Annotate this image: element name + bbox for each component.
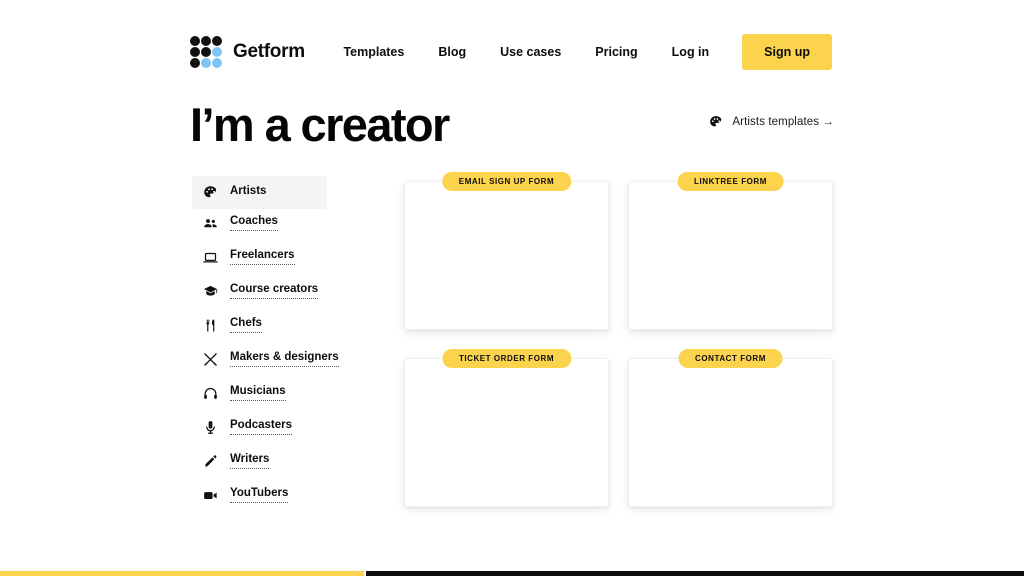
- logo-dot: [190, 36, 200, 46]
- video-camera-icon: [202, 487, 219, 504]
- logo-dot: [201, 36, 211, 46]
- template-card-ticket-order-form[interactable]: TICKET ORDER FORM: [404, 349, 609, 507]
- brand-logo[interactable]: Getform: [190, 36, 305, 68]
- logo-dot: [190, 58, 200, 68]
- sidebar-item-freelancers[interactable]: Freelancers: [192, 244, 327, 270]
- progress-fill: [0, 571, 364, 576]
- artists-templates-link[interactable]: Artists templates →: [709, 115, 834, 129]
- artists-templates-label: Artists templates →: [732, 116, 834, 128]
- sidebar-item-musicians[interactable]: Musicians: [192, 380, 327, 406]
- palette-icon: [709, 115, 723, 129]
- sidebar-item-label: YouTubers: [230, 487, 289, 503]
- card-badge[interactable]: LINKTREE FORM: [677, 172, 784, 191]
- logo-dot-accent: [212, 47, 222, 57]
- category-sidebar: Artists Coaches Freelancers Course creat…: [192, 176, 339, 516]
- sidebar-item-podcasters[interactable]: Podcasters: [192, 414, 327, 440]
- card-badge[interactable]: CONTACT FORM: [678, 349, 783, 368]
- sidebar-item-label: Musicians: [230, 385, 286, 401]
- template-card-linktree-form[interactable]: LINKTREE FORM: [628, 172, 833, 330]
- logo-dot: [201, 47, 211, 57]
- tools-icon: [202, 351, 219, 368]
- logo-dot: [190, 47, 200, 57]
- sidebar-item-label: Makers & designers: [230, 351, 339, 367]
- card-row: TICKET ORDER FORM CONTACT FORM: [404, 349, 834, 507]
- logo-dot: [212, 36, 222, 46]
- sidebar-item-label: Coaches: [230, 215, 278, 231]
- sign-up-button[interactable]: Sign up: [742, 34, 832, 70]
- nav-link-pricing[interactable]: Pricing: [578, 34, 654, 70]
- nav-link-log-in[interactable]: Log in: [655, 34, 727, 70]
- bottom-progress-bar: [0, 571, 1024, 576]
- card-badge[interactable]: EMAIL SIGN UP FORM: [441, 172, 572, 191]
- pencil-icon: [202, 453, 219, 470]
- template-cards-grid: EMAIL SIGN UP FORM LINKTREE FORM TICKET …: [404, 172, 834, 526]
- sidebar-item-writers[interactable]: Writers: [192, 448, 327, 474]
- headphones-icon: [202, 385, 219, 402]
- graduation-cap-icon: [202, 283, 219, 300]
- card-badge[interactable]: TICKET ORDER FORM: [441, 349, 572, 368]
- card-preview[interactable]: [628, 181, 833, 330]
- sidebar-item-makers-designers[interactable]: Makers & designers: [192, 346, 339, 372]
- sidebar-item-label: Artists: [230, 185, 267, 197]
- sidebar-item-label: Podcasters: [230, 419, 293, 435]
- sidebar-item-label: Course creators: [230, 283, 319, 299]
- sidebar-item-course-creators[interactable]: Course creators: [192, 278, 327, 304]
- brand-name: Getform: [233, 41, 305, 62]
- sidebar-item-artists[interactable]: Artists: [192, 176, 327, 209]
- card-preview[interactable]: [404, 358, 609, 507]
- page-title: I’m a creator: [190, 98, 450, 151]
- site-header: Getform Templates Blog Use cases Pricing…: [0, 0, 1024, 104]
- sidebar-item-coaches[interactable]: Coaches: [192, 210, 327, 236]
- logo-dot-accent: [212, 58, 222, 68]
- main-navigation: Templates Blog Use cases Pricing Log in …: [326, 34, 832, 70]
- people-icon: [202, 215, 219, 232]
- nav-link-use-cases[interactable]: Use cases: [483, 34, 578, 70]
- palette-icon: [202, 184, 219, 201]
- sidebar-item-chefs[interactable]: Chefs: [192, 312, 327, 338]
- card-row: EMAIL SIGN UP FORM LINKTREE FORM: [404, 172, 834, 330]
- nav-link-blog[interactable]: Blog: [421, 34, 483, 70]
- nav-link-templates[interactable]: Templates: [326, 34, 421, 70]
- microphone-icon: [202, 419, 219, 436]
- card-preview[interactable]: [628, 358, 833, 507]
- progress-track: [366, 571, 1024, 576]
- sidebar-item-youtubers[interactable]: YouTubers: [192, 482, 327, 508]
- sidebar-item-label: Writers: [230, 453, 270, 469]
- template-card-contact-form[interactable]: CONTACT FORM: [628, 349, 833, 507]
- fork-knife-icon: [202, 317, 219, 334]
- sidebar-item-label: Chefs: [230, 317, 262, 333]
- template-card-email-sign-up-form[interactable]: EMAIL SIGN UP FORM: [404, 172, 609, 330]
- card-preview[interactable]: [404, 181, 609, 330]
- sidebar-item-label: Freelancers: [230, 249, 295, 265]
- laptop-icon: [202, 249, 219, 266]
- getform-dots-logo-icon: [190, 36, 222, 68]
- logo-dot-accent: [201, 58, 211, 68]
